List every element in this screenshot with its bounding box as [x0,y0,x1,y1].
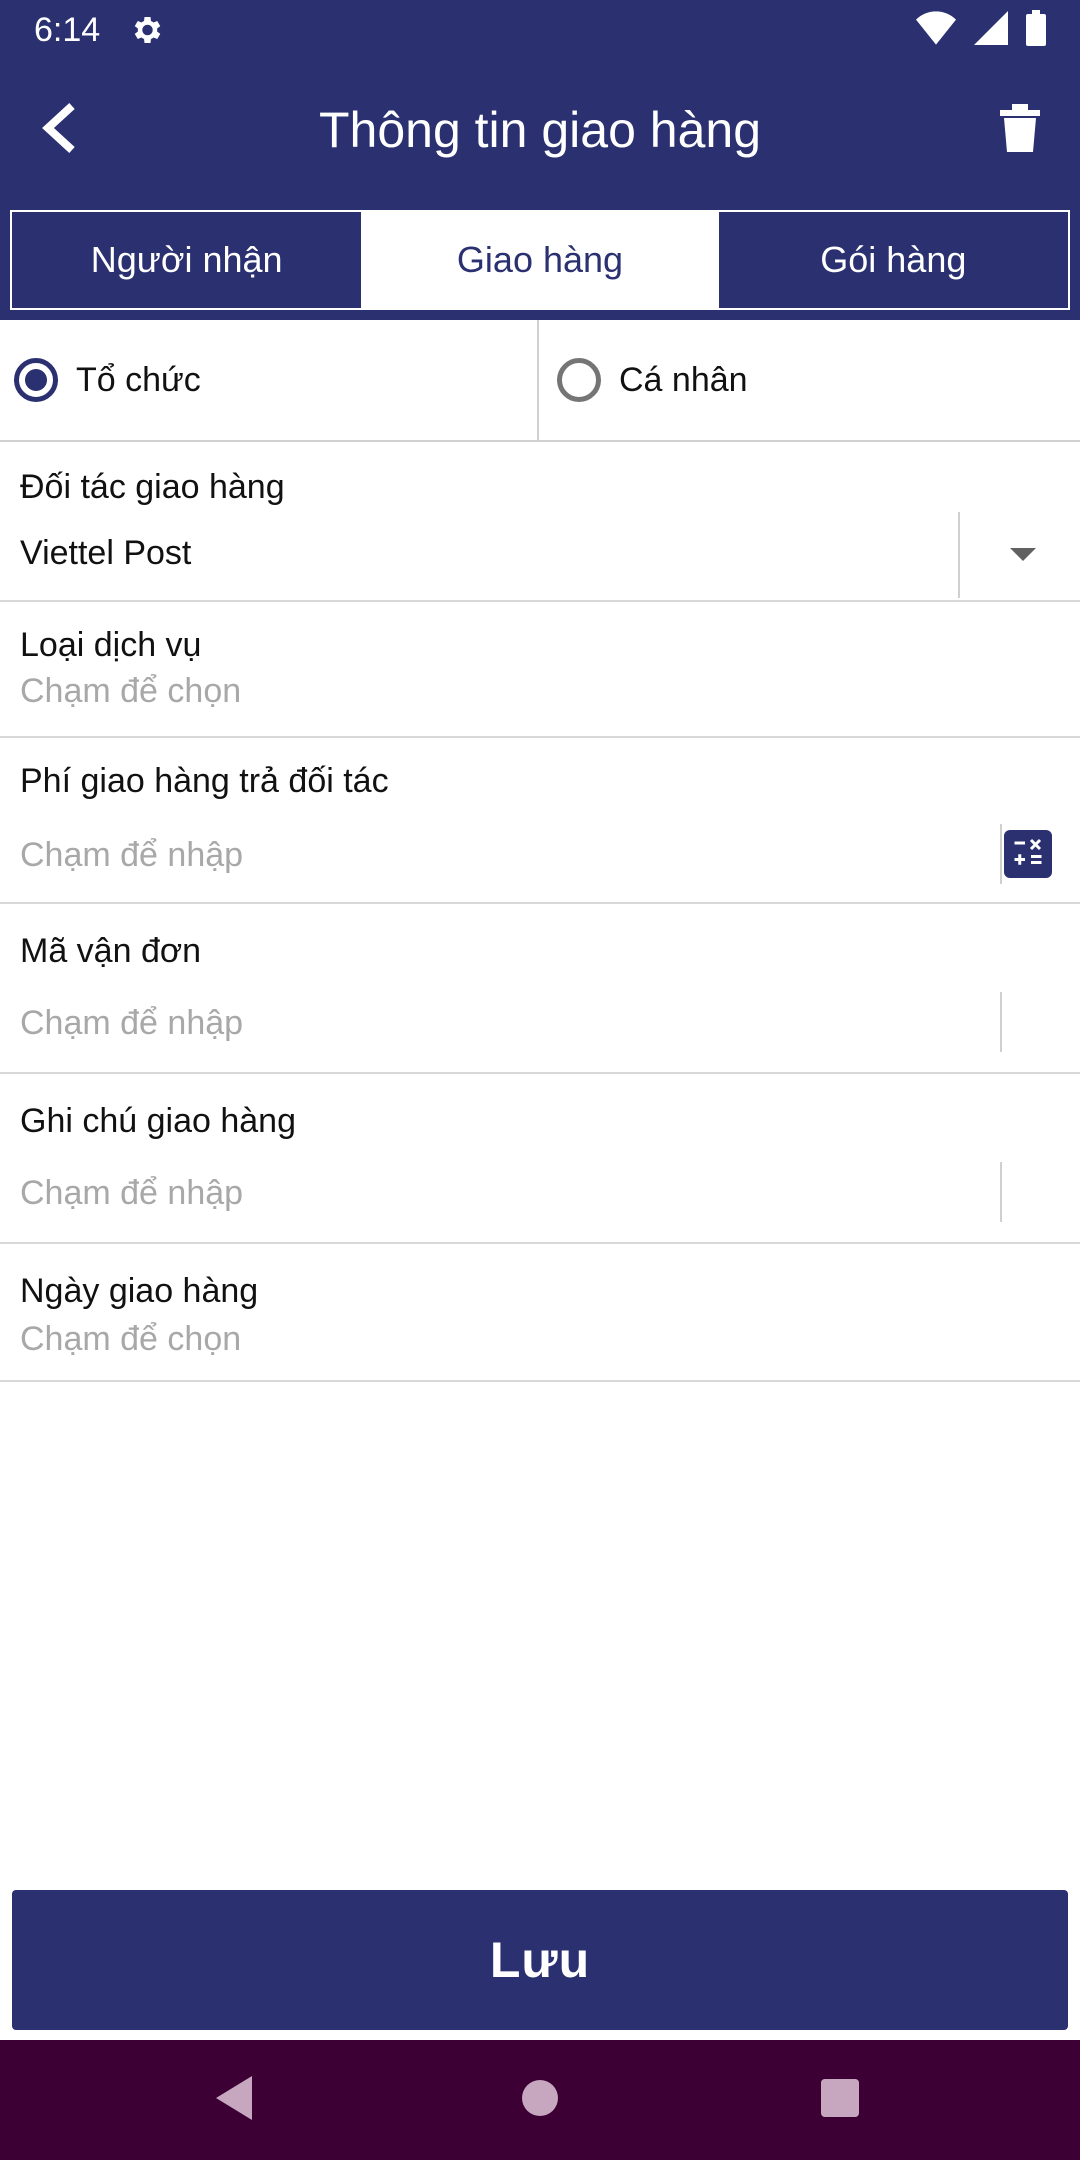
nav-recents-button[interactable] [800,2060,880,2140]
radio-checked-icon [14,358,58,402]
partner-value: Viettel Post [20,534,192,572]
wifi-icon [916,10,956,50]
circle-home-icon [520,2078,560,2123]
tracking-code-field: Mã vận đơn Chạm để nhập [0,904,1080,1074]
service-type-label: Loại dịch vụ [20,626,202,664]
nav-back-button[interactable] [196,2060,276,2140]
status-time: 6:14 [34,11,101,49]
delete-button[interactable] [980,90,1060,170]
save-bar: Lưu [0,1880,1080,2040]
delivery-date-field[interactable]: Ngày giao hàng Chạm để chọn [0,1244,1080,1382]
battery-icon [1026,9,1046,51]
system-nav-bar [0,2040,1080,2160]
partner-fee-input[interactable]: Chạm để nhập [20,836,243,875]
gear-icon [128,12,164,48]
radio-label: Tổ chức [76,360,201,399]
square-recents-icon [821,2078,859,2122]
delivery-note-field: Ghi chú giao hàng Chạm để nhập [0,1074,1080,1244]
partner-fee-field: Phí giao hàng trả đối tác Chạm để nhập [0,738,1080,904]
delivery-note-label: Ghi chú giao hàng [20,1102,296,1140]
partner-fee-label: Phí giao hàng trả đối tác [20,762,389,800]
partner-label: Đối tác giao hàng [20,468,285,506]
page-title: Thông tin giao hàng [318,102,762,158]
service-type-field[interactable]: Loại dịch vụ Chạm để chọn [0,602,1080,738]
tab-label: Gói hàng [820,239,967,280]
tracking-code-label: Mã vận đơn [20,932,202,970]
tab-recipient[interactable]: Người nhận [10,210,364,310]
app-bar: Thông tin giao hàng [0,60,1080,200]
trash-icon [1000,103,1040,157]
tab-package[interactable]: Gói hàng [716,210,1070,310]
dropdown-arrow-icon [1010,548,1036,561]
radio-individual[interactable]: Cá nhân [537,320,1080,440]
recipient-type-group: Tổ chức Cá nhân [0,320,1080,442]
service-type-input[interactable]: Chạm để chọn [20,672,241,711]
tracking-code-input[interactable]: Chạm để nhập [20,1004,243,1043]
delivery-date-label: Ngày giao hàng [20,1272,259,1310]
tab-label: Người nhận [90,239,283,280]
tab-delivery[interactable]: Giao hàng [363,210,717,310]
tab-label: Giao hàng [456,239,624,280]
radio-unchecked-icon [557,358,601,402]
calculator-button[interactable] [1004,830,1052,878]
save-button[interactable]: Lưu [12,1890,1068,2030]
calculator-icon [1010,834,1046,875]
triangle-back-icon [216,2075,256,2125]
save-label: Lưu [489,1932,591,1988]
delivery-note-input[interactable]: Chạm để nhập [20,1174,243,1213]
delivery-date-input[interactable]: Chạm để chọn [20,1320,241,1359]
status-bar: 6:14 [0,0,1080,60]
radio-organization[interactable]: Tổ chức [0,320,537,440]
tab-bar: Người nhận Giao hàng Gói hàng [0,200,1080,320]
chevron-left-icon [38,102,82,159]
partner-dropdown[interactable]: Viettel Post [0,512,1080,598]
partner-field: Đối tác giao hàng Viettel Post [0,442,1080,602]
radio-label: Cá nhân [619,360,748,399]
back-button[interactable] [20,90,100,170]
nav-home-button[interactable] [500,2060,580,2140]
cellular-signal-icon [974,10,1008,50]
